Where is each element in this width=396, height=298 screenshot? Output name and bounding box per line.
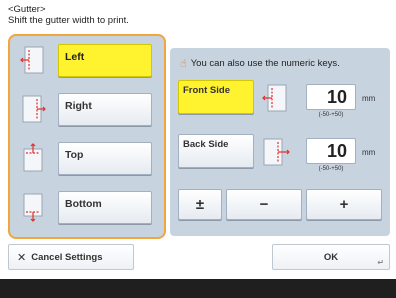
page-title: <Gutter> [8, 4, 46, 15]
position-left-button[interactable]: Left [16, 43, 160, 77]
gutter-width-panel: ☝ You can also use the numeric keys. Fro… [170, 48, 390, 236]
ok-label: OK [323, 251, 339, 263]
gutter-right-icon [16, 92, 50, 126]
gutter-settings-screen: <Gutter> Shift the gutter width to print… [0, 0, 396, 298]
cancel-settings-label: Cancel Settings [31, 251, 103, 263]
front-side-button[interactable]: Front Side [178, 80, 254, 114]
status-bar [0, 279, 396, 298]
hint-text: You can also use the numeric keys. [190, 58, 340, 69]
back-side-label: Back Side [183, 139, 229, 150]
gutter-bottom-icon [16, 190, 50, 224]
numeric-keys-hint: ☝ You can also use the numeric keys. [180, 57, 340, 70]
position-left-label: Left [58, 43, 152, 77]
gutter-top-icon [16, 141, 50, 175]
hand-pointer-icon: ☝ [180, 58, 187, 70]
position-right-label: Right [58, 92, 152, 126]
plus-minus-toggle-button[interactable]: ± [178, 189, 222, 220]
back-side-range: (-50-+50) [318, 166, 344, 172]
header: <Gutter> Shift the gutter width to print… [8, 4, 129, 26]
position-bottom-label: Bottom [58, 190, 152, 224]
back-side-gutter-icon [260, 136, 292, 168]
back-side-value-field[interactable]: 10 [306, 138, 356, 164]
back-side-button[interactable]: Back Side [178, 134, 254, 168]
page-instruction: Shift the gutter width to print. [8, 15, 129, 26]
back-side-unit: mm [362, 148, 376, 157]
position-bottom-button[interactable]: Bottom [16, 190, 160, 224]
position-right-button[interactable]: Right [16, 92, 160, 126]
gutter-position-panel: Left Right Top Bottom [8, 34, 166, 239]
front-side-gutter-icon [260, 82, 292, 114]
enter-corner-icon: ↵ [377, 258, 384, 267]
close-icon: ✕ [17, 251, 27, 264]
front-side-range: (-50-+50) [318, 112, 344, 118]
front-side-label: Front Side [183, 85, 230, 96]
gutter-left-icon [16, 43, 50, 77]
position-top-button[interactable]: Top [16, 141, 160, 175]
position-top-label: Top [58, 141, 152, 175]
ok-button[interactable]: OK ↵ [272, 244, 390, 270]
front-side-value-field[interactable]: 10 [306, 84, 356, 110]
cancel-settings-button[interactable]: ✕ Cancel Settings [8, 244, 134, 270]
front-side-unit: mm [362, 94, 376, 103]
decrement-button[interactable]: − [226, 189, 302, 220]
increment-button[interactable]: + [306, 189, 382, 220]
